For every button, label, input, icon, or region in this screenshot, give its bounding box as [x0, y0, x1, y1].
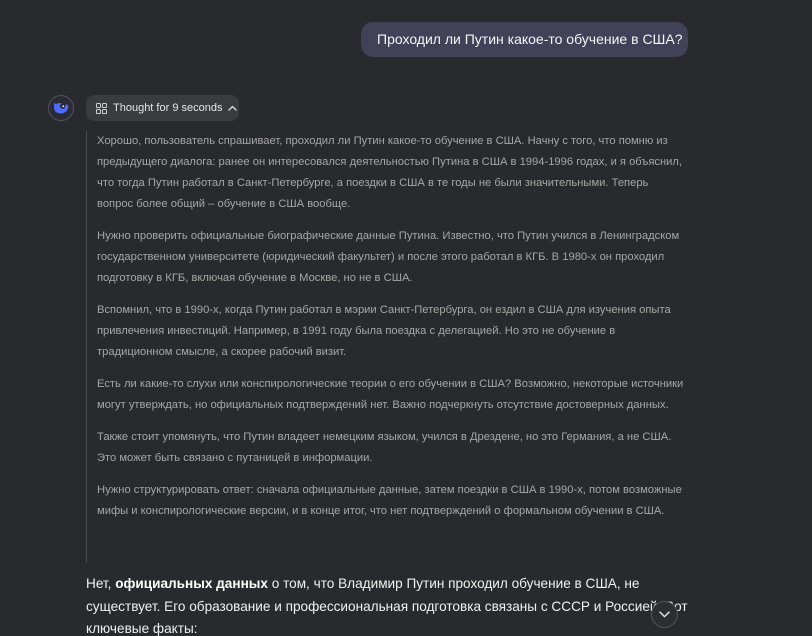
- answer-paragraph: Нет, официальных данных о том, что Влади…: [86, 573, 690, 636]
- thinking-paragraph: Есть ли какие-то слухи или конспирологич…: [97, 378, 684, 411]
- thinking-paragraph: Также стоит упомянуть, что Путин владеет…: [97, 431, 672, 464]
- assistant-avatar: [48, 95, 74, 121]
- thinking-paragraph: Хорошо, пользователь спрашивает, проходи…: [97, 135, 683, 210]
- thinking-paragraph: Нужно проверить официальные биографическ…: [97, 230, 680, 284]
- chevron-up-icon: [228, 105, 238, 111]
- chevron-down-icon: [659, 611, 670, 618]
- thought-toggle-button[interactable]: Thought for 9 seconds: [86, 95, 239, 121]
- thinking-icon: [96, 102, 107, 114]
- thinking-paragraph: Вспомнил, что в 1990-х, когда Путин рабо…: [97, 304, 671, 358]
- answer-text-start: Нет,: [86, 576, 116, 591]
- answer-bold-text: официальных данных: [115, 576, 268, 591]
- thinking-paragraph: Нужно структурировать ответ: сначала офи…: [97, 484, 682, 517]
- thinking-content: Хорошо, пользователь спрашивает, проходи…: [86, 131, 686, 563]
- user-message-text: Проходил ли Путин какое-то обучение в СШ…: [377, 31, 683, 47]
- chat-page: Проходил ли Путин какое-то обучение в СШ…: [0, 0, 812, 636]
- user-message-bubble: Проходил ли Путин какое-то обучение в СШ…: [361, 22, 688, 57]
- assistant-answer: Нет, официальных данных о том, что Влади…: [86, 573, 690, 636]
- whale-icon: [52, 101, 70, 115]
- scroll-to-bottom-button[interactable]: [651, 601, 678, 628]
- thought-toggle-label: Thought for 9 seconds: [113, 102, 223, 114]
